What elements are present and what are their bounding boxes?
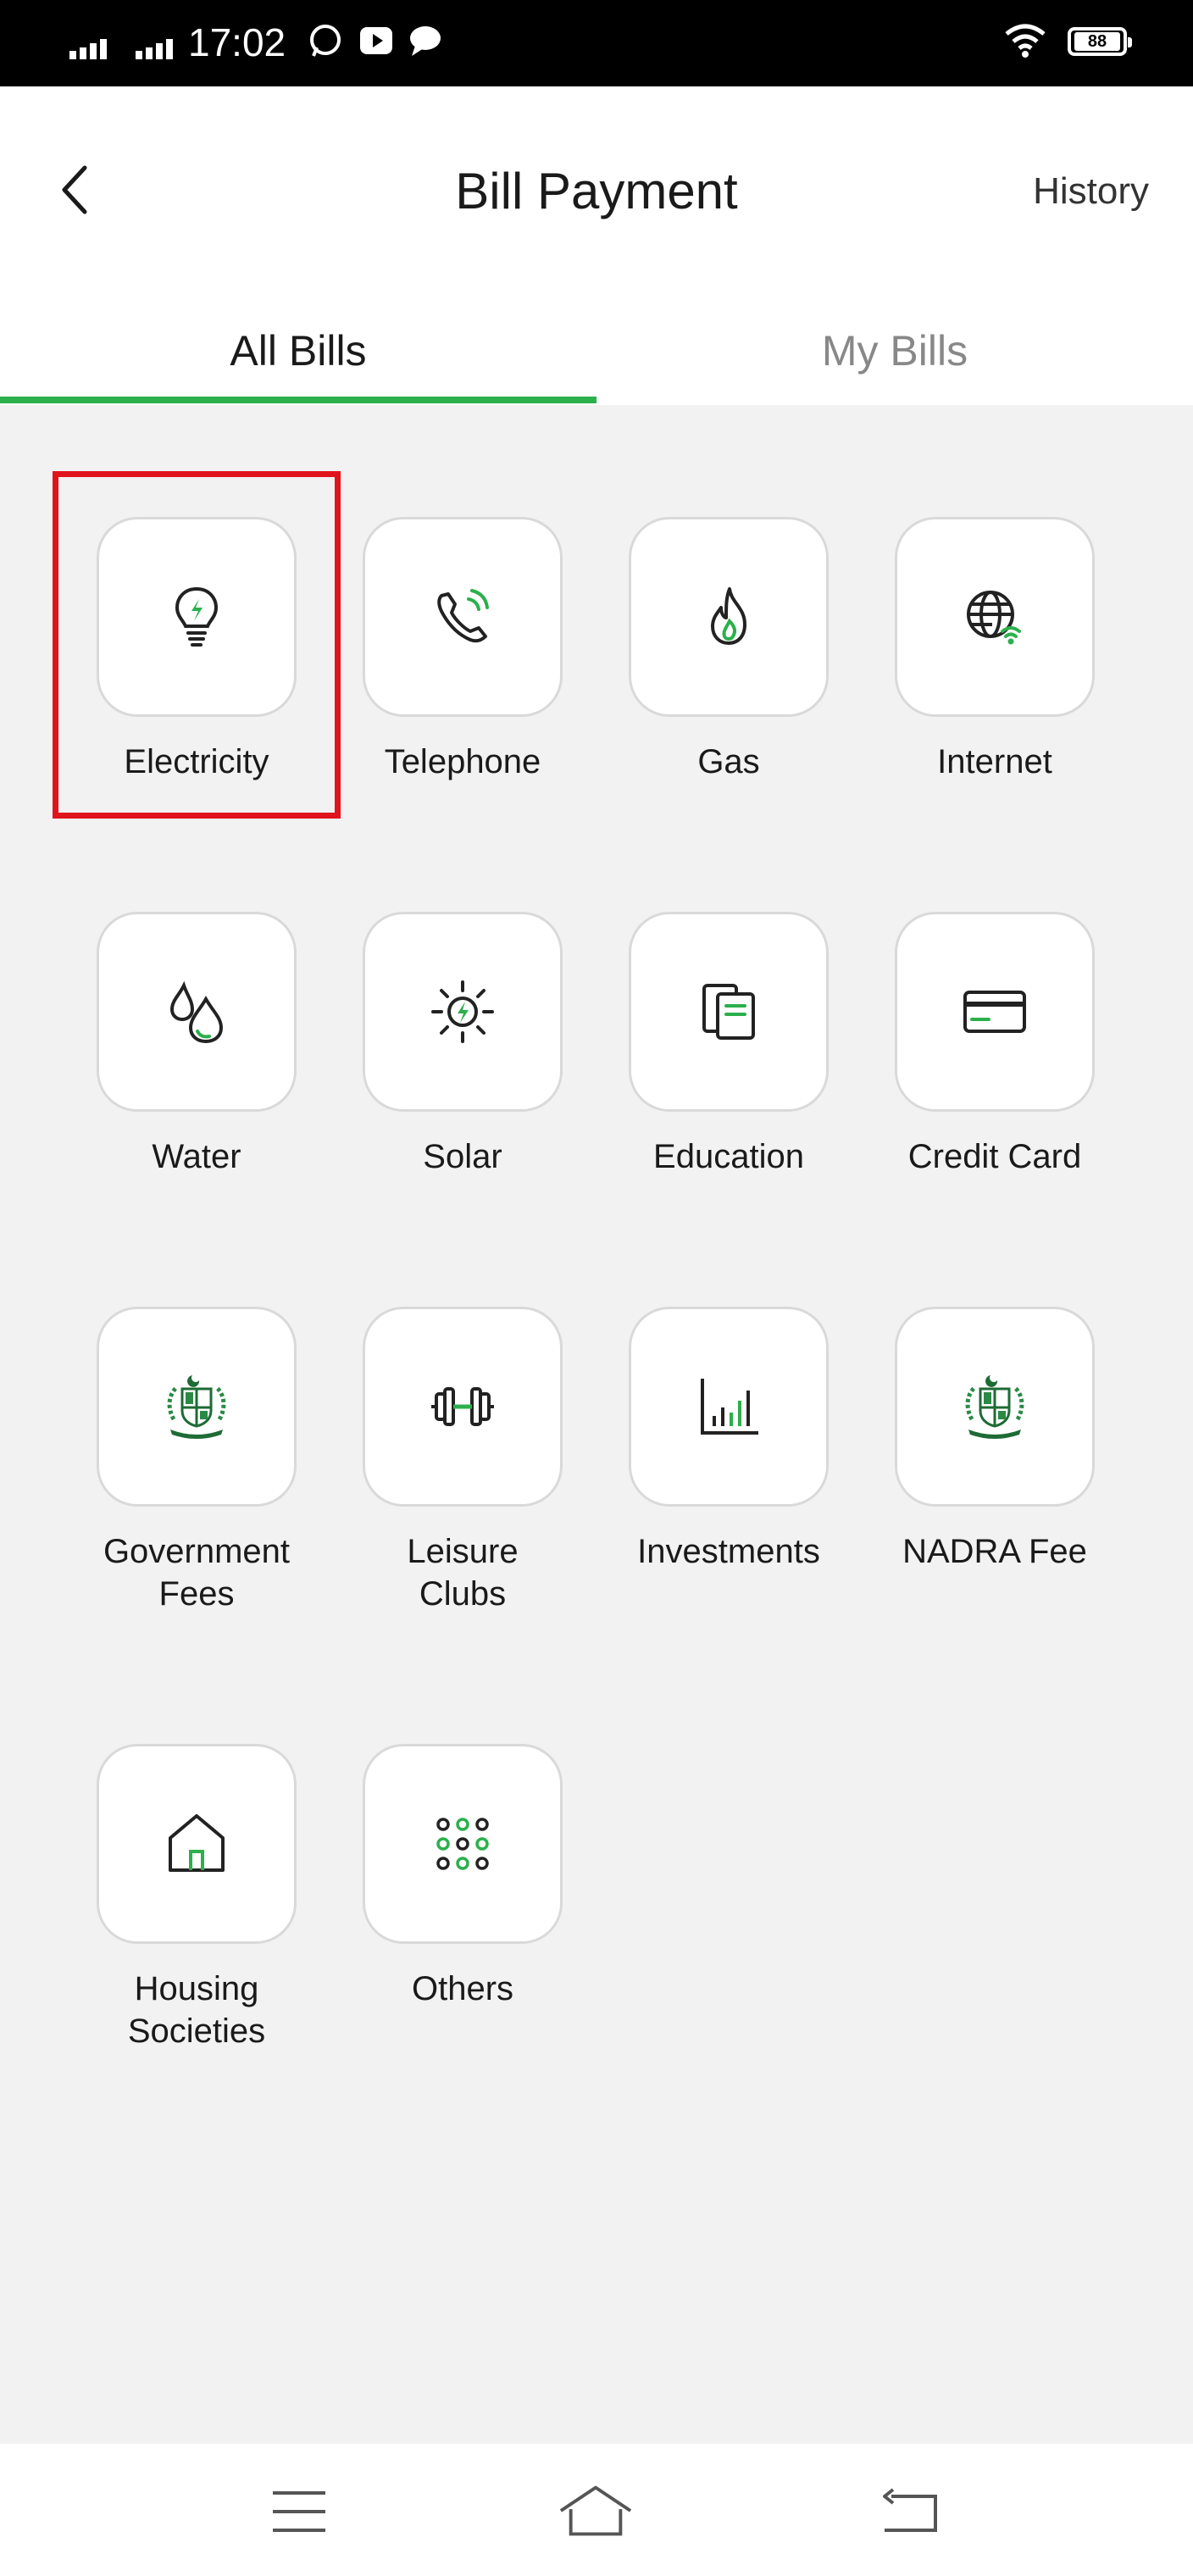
category-tile[interactable] <box>895 517 1095 717</box>
category-tile[interactable] <box>363 1744 563 1944</box>
whatsapp-icon <box>310 25 341 57</box>
category-tile[interactable] <box>363 517 563 717</box>
home-button[interactable] <box>558 2478 634 2545</box>
category-label: Water <box>152 1138 241 1175</box>
credit-card-icon <box>963 991 1026 1033</box>
category-label: Others <box>411 1970 514 2007</box>
category-label: Housing Societies <box>127 1970 266 2050</box>
category-water[interactable]: Water <box>95 912 298 1178</box>
category-investments[interactable]: Investments <box>627 1307 830 1573</box>
category-label: Internet <box>937 743 1052 780</box>
category-others[interactable]: Others <box>361 1744 564 2010</box>
category-government-fees[interactable]: Government Fees <box>95 1307 298 1615</box>
phone-icon <box>437 589 489 643</box>
category-internet[interactable]: Internet <box>893 517 1096 783</box>
water-drop-icon <box>169 980 224 1044</box>
tab-bar: All Bills My Bills <box>0 308 1193 405</box>
books-icon <box>702 984 755 1040</box>
category-label: Investments <box>637 1533 820 1570</box>
category-label: Solar <box>423 1138 502 1175</box>
history-link[interactable]: History <box>1033 166 1149 217</box>
category-tile[interactable] <box>97 912 297 1112</box>
category-label: Gas <box>697 743 760 780</box>
category-tile[interactable] <box>363 1307 563 1507</box>
government-emblem-icon <box>167 1375 226 1439</box>
category-tile[interactable] <box>895 912 1095 1112</box>
category-tile[interactable] <box>895 1307 1095 1507</box>
grid-dots-icon <box>436 1818 489 1870</box>
sun-bolt-icon <box>431 980 494 1043</box>
category-tile[interactable] <box>629 517 829 717</box>
category-label: Credit Card <box>907 1138 1082 1175</box>
system-nav-bar <box>0 2444 1193 2576</box>
active-tab-indicator <box>0 397 596 403</box>
category-gas[interactable]: Gas <box>627 517 830 783</box>
nadra-emblem-icon <box>965 1375 1024 1439</box>
category-label: Government Fees <box>103 1533 291 1613</box>
status-bar: 17:02 88 <box>0 0 1193 86</box>
header: Bill Payment History All Bills My Bills <box>0 86 1193 405</box>
category-credit-card[interactable]: Credit Card <box>893 912 1096 1178</box>
category-telephone[interactable]: Telephone <box>361 517 564 783</box>
menu-icon <box>273 2491 325 2532</box>
flame-icon <box>711 587 746 645</box>
message-icon <box>410 26 441 56</box>
category-solar[interactable]: Solar <box>361 912 564 1178</box>
category-tile[interactable] <box>629 912 829 1112</box>
category-nadra-fee[interactable]: NADRA Fee <box>893 1307 1096 1573</box>
house-icon <box>169 1814 225 1872</box>
home-icon <box>559 2485 632 2536</box>
signal-icon-2 <box>136 39 173 59</box>
youtube-icon <box>360 27 392 54</box>
tab-my-bills[interactable]: My Bills <box>596 308 1193 405</box>
category-label: Leisure Clubs <box>407 1533 519 1613</box>
category-label: Telephone <box>384 743 541 780</box>
bar-chart-icon <box>701 1379 758 1435</box>
status-time: 17:02 <box>188 20 286 64</box>
tab-all-bills[interactable]: All Bills <box>0 308 596 405</box>
category-leisure-clubs[interactable]: Leisure Clubs <box>361 1307 564 1615</box>
category-tile[interactable] <box>629 1307 829 1507</box>
battery-level: 88 <box>1074 32 1120 51</box>
battery-icon: 88 <box>1068 27 1132 56</box>
category-label: NADRA Fee <box>902 1533 1087 1570</box>
menu-button[interactable] <box>261 2478 337 2545</box>
signal-icon <box>69 39 107 59</box>
page-title: Bill Payment <box>455 163 738 219</box>
highlight-box <box>53 471 341 819</box>
category-education[interactable]: Education <box>627 912 830 1178</box>
category-tile[interactable] <box>97 1307 297 1507</box>
dumbbell-icon <box>431 1387 494 1426</box>
back-nav-button[interactable] <box>873 2478 949 2545</box>
back-arrow-icon <box>883 2488 937 2532</box>
category-tile[interactable] <box>97 1744 297 1944</box>
category-tile[interactable] <box>363 912 563 1112</box>
category-housing-societies[interactable]: Housing Societies <box>95 1744 298 2052</box>
category-label: Education <box>653 1138 804 1175</box>
globe-wifi-icon <box>967 591 1021 645</box>
wifi-icon <box>1005 24 1046 58</box>
